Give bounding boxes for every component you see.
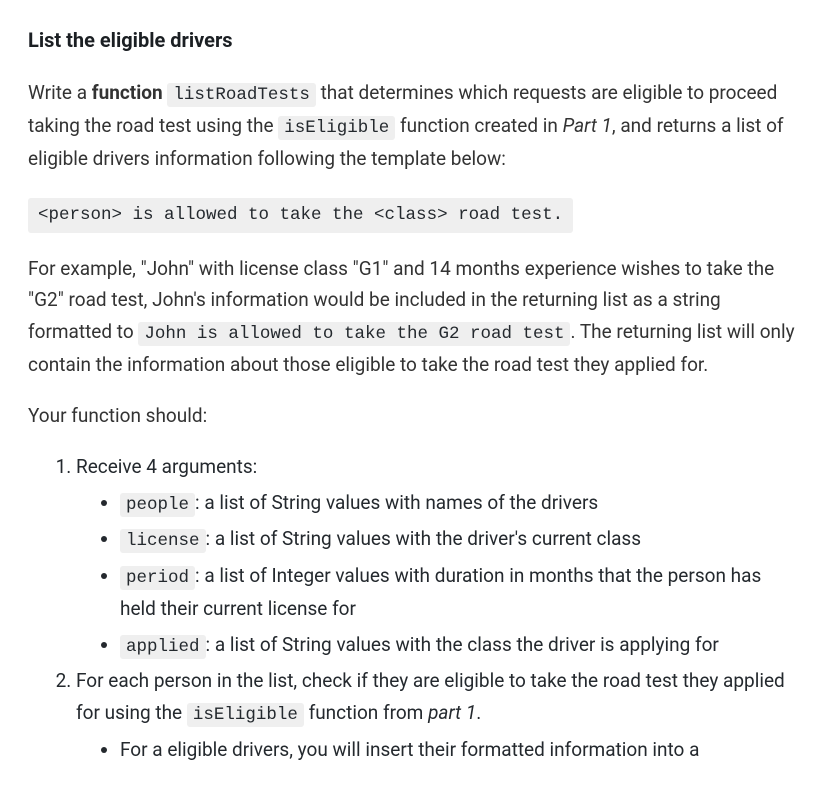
code-inline: isEligible (187, 703, 304, 727)
list-item: applied: a list of String values with th… (120, 629, 800, 662)
text: : a list of String values with the drive… (206, 527, 642, 550)
text: : a list of Integer values with duration… (120, 564, 761, 620)
code-template: <person> is allowed to take the <class> … (28, 198, 573, 233)
code-inline: isEligible (278, 116, 395, 140)
code-inline: listRoadTests (167, 83, 316, 107)
text: function created in (395, 114, 562, 137)
text: For a eligible drivers, you will insert … (120, 738, 699, 761)
list-item: Receive 4 arguments: people: a list of S… (76, 451, 800, 661)
code-inline: John is allowed to take the G2 road test (138, 322, 570, 346)
section-heading: List the eligible drivers (28, 24, 800, 57)
bold-text: function (92, 81, 163, 104)
italic-text: Part 1 (563, 114, 612, 137)
list-item: people: a list of String values with nam… (120, 487, 800, 520)
unordered-list: people: a list of String values with nam… (76, 487, 800, 662)
italic-text: part 1 (428, 701, 476, 724)
text: : a list of String values with the class… (206, 633, 719, 656)
code-inline: applied (120, 635, 206, 659)
list-item: period: a list of Integer values with du… (120, 560, 800, 624)
unordered-list: For a eligible drivers, you will insert … (76, 734, 800, 765)
code-inline: period (120, 566, 195, 590)
text: Write a (28, 81, 92, 104)
paragraph-intro: Write a function listRoadTests that dete… (28, 77, 800, 174)
paragraph-lead: Your function should: (28, 400, 800, 431)
list-item: license: a list of String values with th… (120, 523, 800, 556)
text: Receive 4 arguments: (76, 455, 257, 478)
paragraph-example: For example, "John" with license class "… (28, 253, 800, 380)
template-line: <person> is allowed to take the <class> … (28, 194, 800, 233)
text: . (476, 701, 481, 724)
code-inline: people (120, 493, 195, 517)
text: : a list of String values with names of … (195, 491, 598, 514)
list-item: For each person in the list, check if th… (76, 665, 800, 765)
text: function from (304, 701, 428, 724)
ordered-list: Receive 4 arguments: people: a list of S… (28, 451, 800, 765)
list-item: For a eligible drivers, you will insert … (120, 734, 800, 765)
code-inline: license (120, 529, 206, 553)
